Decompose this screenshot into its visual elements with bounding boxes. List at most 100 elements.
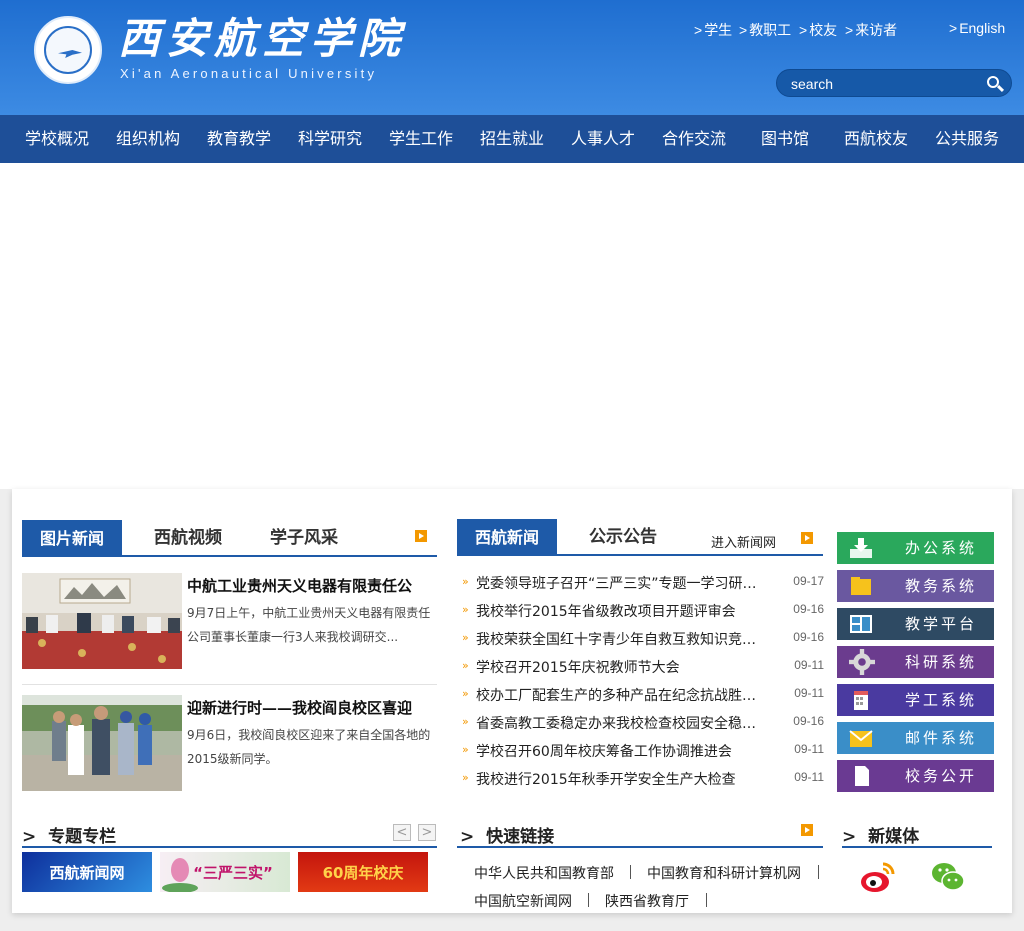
- news-item[interactable]: » 我校举行2015年省级教改项目开题评审会 09-16: [462, 601, 824, 621]
- next-arrow-button[interactable]: >: [418, 824, 436, 841]
- link-separator: [630, 865, 631, 879]
- nav-item-about[interactable]: 学校概况: [12, 115, 102, 163]
- quick-links-header: > 快速链接: [457, 822, 823, 848]
- photo-news-desc: 9月7日上午，中航工业贵州天义电器有限责任公司董事长董康一行3人来我校调研交..…: [187, 606, 431, 644]
- search-box: [776, 69, 1012, 97]
- tab-photo-news[interactable]: 图片新闻: [22, 520, 122, 557]
- weibo-icon[interactable]: [859, 860, 895, 894]
- photo-news-desc: 9月6日，我校阎良校区迎来了来自全国各地的2015级新同学。: [187, 728, 431, 766]
- feature-news-site[interactable]: 西航新闻网: [22, 852, 152, 892]
- nav-item-organization[interactable]: 组织机构: [103, 115, 193, 163]
- news-tabs: 西航新闻 公示公告 进入新闻网: [457, 519, 823, 556]
- link-separator: [706, 893, 707, 907]
- bullet-icon: »: [462, 603, 469, 616]
- arrow-icon: >: [799, 22, 808, 38]
- bullet-icon: »: [462, 659, 469, 672]
- quick-links-title: > 快速链接: [460, 827, 555, 847]
- research-system-button[interactable]: 科研系统: [837, 646, 994, 678]
- search-input[interactable]: [791, 74, 981, 94]
- campus-photo: [22, 695, 182, 791]
- arrow-icon: >: [739, 22, 748, 38]
- arrow-icon: >: [845, 22, 854, 38]
- photo-news-item[interactable]: 迎新进行时——我校阎良校区喜迎 9月6日，我校阎良校区迎来了来自全国各地的201…: [22, 695, 437, 791]
- top-link-student[interactable]: > 学生: [694, 20, 732, 40]
- office-system-button[interactable]: 办公系统: [837, 532, 994, 564]
- tab-xihang-news[interactable]: 西航新闻: [457, 519, 557, 556]
- special-topics-header: > 专题专栏 < >: [22, 822, 437, 848]
- special-topics-title: > 专题专栏: [22, 827, 117, 847]
- nav-item-hr[interactable]: 人事人才: [558, 115, 648, 163]
- link-separator: [588, 893, 589, 907]
- news-more-link[interactable]: 进入新闻网: [711, 532, 776, 551]
- link-separator: [818, 865, 819, 879]
- top-link-staff[interactable]: > 教职工: [739, 20, 791, 40]
- logo-english-name: Xi'an Aeronautical University: [120, 66, 378, 81]
- document-icon: [855, 766, 869, 786]
- quick-link-shaanxi-edu[interactable]: 陕西省教育厅: [605, 891, 689, 911]
- academic-system-button[interactable]: 教务系统: [837, 570, 994, 602]
- bullet-icon: »: [462, 575, 469, 588]
- more-icon[interactable]: [415, 530, 427, 542]
- search-button[interactable]: [985, 74, 1005, 94]
- nav-item-education[interactable]: 教育教学: [194, 115, 284, 163]
- new-media-header: > 新媒体: [842, 822, 992, 848]
- news-item[interactable]: » 我校进行2015年秋季开学安全生产大检查 09-11: [462, 769, 824, 789]
- download-icon: [850, 538, 872, 558]
- mail-icon: [849, 730, 873, 747]
- photo-news-image-meeting[interactable]: [22, 573, 182, 669]
- divider: [22, 684, 437, 685]
- banner-area: [0, 163, 1024, 489]
- news-item[interactable]: » 学校召开60周年校庆筹备工作协调推进会 09-11: [462, 741, 824, 761]
- photo-news-title[interactable]: 中航工业贵州天义电器有限责任公: [187, 575, 437, 596]
- news-item[interactable]: » 省委高教工委稳定办来我校检查校园安全稳定工作 09-16: [462, 713, 824, 733]
- bullet-icon: »: [462, 687, 469, 700]
- nav-item-admission[interactable]: 招生就业: [467, 115, 557, 163]
- quick-link-aviation-news[interactable]: 中国航空新闻网: [474, 891, 572, 911]
- nav-item-library[interactable]: 图书馆: [740, 115, 830, 163]
- nav-item-alumni[interactable]: 西航校友: [831, 115, 921, 163]
- student-affairs-system-button[interactable]: 学工系统: [837, 684, 994, 716]
- photo-news-tabs: 图片新闻 西航视频 学子风采: [22, 520, 437, 557]
- news-item[interactable]: »校办工厂配套生产的多种产品在纪念抗战胜利阅兵中亮相09-11: [462, 685, 824, 705]
- teaching-platform-button[interactable]: 教学平台: [837, 608, 994, 640]
- arrow-icon: >: [949, 20, 958, 36]
- nav-item-cooperation[interactable]: 合作交流: [649, 115, 739, 163]
- bullet-icon: »: [462, 743, 469, 756]
- news-item[interactable]: »我校荣获全国红十字青少年自救互救知识竞赛优秀组织奖09-16: [462, 629, 824, 649]
- photo-news-item[interactable]: 中航工业贵州天义电器有限责任公 9月7日上午，中航工业贵州天义电器有限责任公司董…: [22, 573, 437, 669]
- quick-link-cernet[interactable]: 中国教育和科研计算机网: [647, 863, 801, 883]
- photo-news-title[interactable]: 迎新进行时——我校阎良校区喜迎: [187, 697, 437, 718]
- tab-student-style[interactable]: 学子风采: [270, 520, 338, 557]
- top-link-visitor[interactable]: > 来访者: [845, 20, 897, 40]
- news-item[interactable]: » 党委领导班子召开“三严三实”专题一学习研讨会 09-17: [462, 573, 824, 593]
- nav-item-research[interactable]: 科学研究: [285, 115, 375, 163]
- mail-system-button[interactable]: 邮件系统: [837, 722, 994, 754]
- new-media-title: > 新媒体: [842, 827, 920, 847]
- more-icon[interactable]: [801, 824, 813, 836]
- photo-news-image-campus[interactable]: [22, 695, 182, 791]
- nav-item-student-work[interactable]: 学生工作: [376, 115, 466, 163]
- plane-icon: [58, 50, 82, 58]
- top-link-english[interactable]: > English: [949, 20, 1005, 36]
- tab-video[interactable]: 西航视频: [154, 520, 222, 557]
- quick-link-moe[interactable]: 中华人民共和国教育部: [474, 863, 614, 883]
- news-item[interactable]: » 学校召开2015年庆祝教师节大会 09-11: [462, 657, 824, 677]
- more-icon[interactable]: [801, 532, 813, 544]
- wechat-icon[interactable]: [931, 860, 967, 894]
- gear-icon: [849, 649, 875, 675]
- university-seal-logo[interactable]: [34, 16, 102, 84]
- calendar-icon: [854, 691, 868, 710]
- nav-item-public-service[interactable]: 公共服务: [922, 115, 1012, 163]
- feature-60th-anniversary[interactable]: 60周年校庆: [298, 852, 428, 892]
- affairs-disclosure-button[interactable]: 校务公开: [837, 760, 994, 792]
- tab-announcements[interactable]: 公示公告: [589, 519, 657, 556]
- top-link-alumni[interactable]: > 校友: [799, 20, 837, 40]
- site-header: 西安航空学院 Xi'an Aeronautical University > 学生…: [0, 0, 1024, 115]
- prev-arrow-button[interactable]: <: [393, 824, 411, 841]
- feature-three-strict[interactable]: “三严三实”: [160, 852, 290, 892]
- arrow-icon: >: [694, 22, 703, 38]
- logo-chinese-name[interactable]: 西安航空学院: [118, 14, 406, 64]
- folder-icon: [851, 577, 871, 595]
- main-nav: 学校概况 组织机构 教育教学 科学研究 学生工作 招生就业 人事人才 合作交流 …: [0, 115, 1024, 163]
- meeting-photo: [22, 573, 182, 669]
